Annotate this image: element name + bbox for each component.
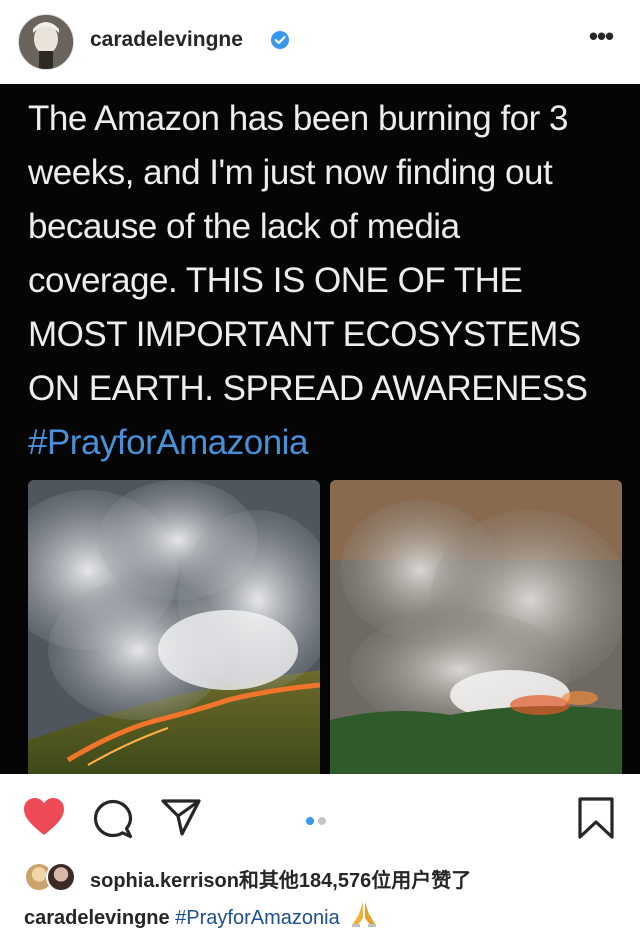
caption-hashtag[interactable]: #PrayforAmazonia xyxy=(175,907,340,929)
liker-avatar xyxy=(46,862,76,892)
likes-count-text[interactable]: sophia.kerrison和其他184,576位用户赞了 xyxy=(90,864,471,893)
post-text-line: coverage. THIS IS ONE OF THE xyxy=(28,261,523,300)
more-options-icon[interactable]: ••• xyxy=(584,22,618,56)
post-image-hashtag: #PrayforAmazonia xyxy=(28,423,308,462)
heart-filled-icon[interactable] xyxy=(22,796,66,838)
comment-icon[interactable] xyxy=(92,798,134,840)
avatar[interactable] xyxy=(18,14,74,70)
carousel-dot-active xyxy=(306,817,314,825)
bookmark-icon[interactable] xyxy=(576,796,616,840)
post-header: caradelevingne ••• xyxy=(0,0,640,84)
carousel-dot xyxy=(318,817,326,825)
caption-username[interactable]: caradelevingne xyxy=(24,907,170,929)
fire-photo-right xyxy=(330,480,622,774)
action-bar xyxy=(0,774,640,858)
fire-photo-left xyxy=(28,480,320,774)
post-text-line: ON EARTH. SPREAD AWARENESS xyxy=(28,369,588,408)
carousel-indicator xyxy=(306,812,330,825)
post-text-line: The Amazon has been burning for 3 xyxy=(28,99,568,138)
post-text-line: weeks, and I'm just now finding out xyxy=(28,153,553,192)
caption: caradelevingne #PrayforAmazonia xyxy=(24,900,624,936)
post-username[interactable]: caradelevingne xyxy=(90,28,243,52)
likes-row[interactable]: sophia.kerrison和其他184,576位用户赞了 xyxy=(24,858,624,894)
post-image-text: The Amazon has been burning for 3 weeks,… xyxy=(28,92,618,470)
praying-hands-icon xyxy=(352,902,377,927)
verified-badge-icon xyxy=(271,31,289,49)
post-text-line: MOST IMPORTANT ECOSYSTEMS xyxy=(28,315,581,354)
post-text-line: because of the lack of media xyxy=(28,207,460,246)
liker-avatars xyxy=(24,862,84,892)
post-image[interactable]: The Amazon has been burning for 3 weeks,… xyxy=(0,84,640,774)
share-icon[interactable] xyxy=(160,796,202,838)
